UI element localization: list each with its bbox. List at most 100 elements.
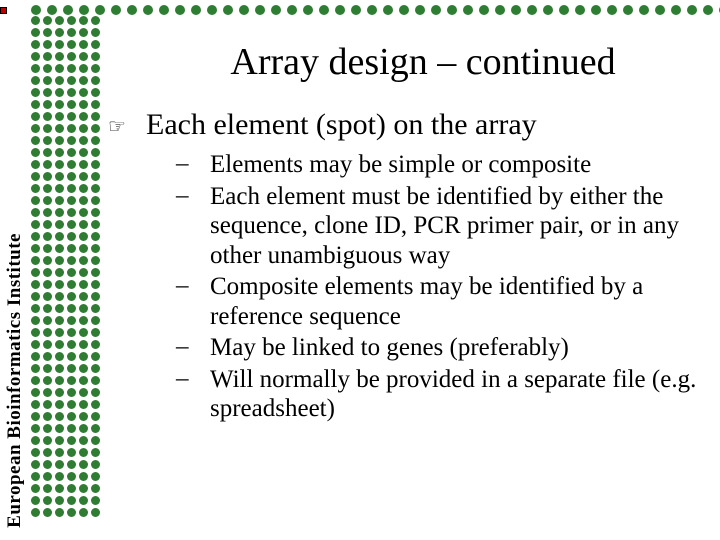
green-dot-icon: [463, 5, 473, 15]
green-dot-icon: [79, 208, 88, 217]
green-dot-icon: [91, 64, 100, 73]
green-dot-icon: [79, 196, 88, 205]
green-dot-icon: [31, 364, 40, 373]
green-dot-icon: [67, 244, 76, 253]
green-dot-icon: [559, 5, 569, 15]
sub-bullet-item: –Each element must be identified by eith…: [176, 182, 708, 271]
green-dot-icon: [319, 5, 329, 15]
green-dot-icon: [91, 172, 100, 181]
dash-bullet-icon: –: [176, 150, 210, 179]
green-dot-icon: [67, 292, 76, 301]
green-dot-icon: [67, 76, 76, 85]
green-dot-icon: [91, 316, 100, 325]
green-dot-icon: [351, 5, 361, 15]
green-dot-icon: [67, 388, 76, 397]
green-dot-icon: [91, 100, 100, 109]
green-dot-icon: [79, 508, 88, 517]
green-dot-icon: [55, 136, 64, 145]
green-dot-icon: [31, 256, 40, 265]
green-dot-icon: [43, 64, 52, 73]
green-dot-icon: [55, 352, 64, 361]
green-dot-icon: [91, 112, 100, 121]
green-dot-icon: [239, 5, 249, 15]
green-dot-icon: [79, 412, 88, 421]
green-dot-icon: [55, 124, 64, 133]
pointing-hand-icon: ☞: [108, 108, 146, 139]
sub-bullet-text: Will normally be provided in a separate …: [210, 365, 708, 424]
green-dot-icon: [191, 5, 201, 15]
green-dot-icon: [47, 5, 57, 15]
green-dot-icon: [31, 5, 41, 15]
green-dot-icon: [67, 232, 76, 241]
green-dot-icon: [43, 136, 52, 145]
green-dot-icon: [67, 88, 76, 97]
green-dot-icon: [67, 160, 76, 169]
green-dot-icon: [67, 328, 76, 337]
green-dot-icon: [31, 196, 40, 205]
green-dot-icon: [55, 28, 64, 37]
green-dot-icon: [31, 88, 40, 97]
green-dot-icon: [91, 208, 100, 217]
green-dot-icon: [55, 436, 64, 445]
green-dot-icon: [91, 352, 100, 361]
green-dot-icon: [31, 496, 40, 505]
green-dot-icon: [67, 40, 76, 49]
green-dot-icon: [91, 424, 100, 433]
green-dot-icon: [79, 364, 88, 373]
sub-bullet-text: Composite elements may be identified by …: [210, 272, 708, 331]
green-dot-icon: [55, 376, 64, 385]
green-dot-icon: [543, 5, 553, 15]
green-dot-icon: [31, 184, 40, 193]
green-dot-icon: [43, 148, 52, 157]
green-dot-icon: [575, 5, 585, 15]
green-dot-icon: [91, 196, 100, 205]
green-dot-icon: [31, 160, 40, 169]
green-dot-icon: [95, 5, 105, 15]
green-dot-icon: [55, 472, 64, 481]
green-dot-icon: [79, 172, 88, 181]
green-dot-icon: [175, 5, 185, 15]
green-dot-icon: [79, 496, 88, 505]
green-dot-icon: [67, 172, 76, 181]
green-dot-icon: [31, 64, 40, 73]
green-dot-icon: [31, 292, 40, 301]
sub-bullet-item: –Composite elements may be identified by…: [176, 272, 708, 331]
green-dot-icon: [91, 400, 100, 409]
green-dot-icon: [43, 220, 52, 229]
green-dot-icon: [623, 5, 633, 15]
green-dot-icon: [43, 100, 52, 109]
green-dot-icon: [31, 340, 40, 349]
green-dot-icon: [303, 5, 313, 15]
green-dot-icon: [43, 304, 52, 313]
green-dot-icon: [67, 136, 76, 145]
green-dot-icon: [31, 172, 40, 181]
green-dot-icon: [447, 5, 457, 15]
green-dot-icon: [91, 40, 100, 49]
green-dot-icon: [31, 484, 40, 493]
green-dot-icon: [43, 208, 52, 217]
green-dot-icon: [79, 388, 88, 397]
green-dot-icon: [79, 400, 88, 409]
dash-bullet-icon: –: [176, 365, 210, 394]
green-dot-icon: [31, 316, 40, 325]
green-dot-icon: [43, 436, 52, 445]
green-dot-icon: [31, 352, 40, 361]
dash-bullet-icon: –: [176, 182, 210, 211]
green-dot-icon: [527, 5, 537, 15]
green-dot-icon: [31, 124, 40, 133]
green-dot-icon: [91, 268, 100, 277]
green-dot-column: [31, 16, 40, 536]
green-dot-icon: [91, 412, 100, 421]
green-dot-icon: [67, 268, 76, 277]
sidebar: European Bioinformatics Institute: [4, 16, 96, 536]
sub-bullet-item: –Elements may be simple or composite: [176, 150, 708, 180]
green-dot-icon: [43, 40, 52, 49]
green-dot-icon: [91, 76, 100, 85]
green-dot-icon: [55, 244, 64, 253]
green-dot-icon: [79, 256, 88, 265]
green-dot-icon: [31, 424, 40, 433]
green-dot-icon: [91, 364, 100, 373]
green-dot-icon: [55, 76, 64, 85]
green-dot-icon: [55, 184, 64, 193]
green-dot-icon: [55, 40, 64, 49]
